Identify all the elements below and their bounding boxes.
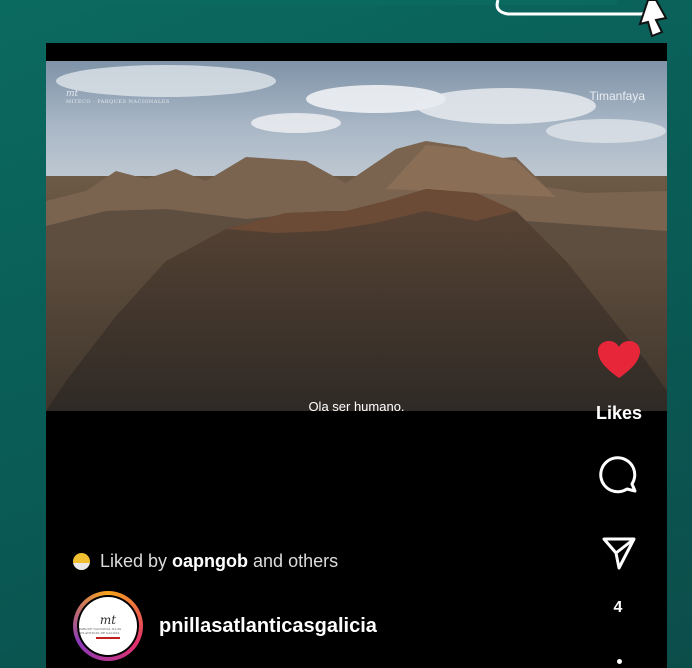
reel-screen: mt MITECO · PARQUES NACIONALES Timanfaya…: [46, 43, 667, 668]
cursor-pointer-icon: [495, 0, 668, 38]
liker-avatar: [73, 553, 90, 570]
volcano-landscape-image: [46, 61, 667, 411]
liked-by-text: Liked by oapngob and others: [100, 551, 339, 571]
watermark-logo: mt MITECO · PARQUES NACIONALES: [66, 89, 170, 105]
liked-by-row[interactable]: Liked by oapngob and others: [73, 551, 338, 572]
reel-video[interactable]: mt MITECO · PARQUES NACIONALES Timanfaya…: [46, 61, 667, 411]
account-row[interactable]: mt PARQUE NACIONAL ILLAS ATLÁNTICAS DE G…: [73, 591, 377, 661]
video-subtitle: Ola ser humano,: [308, 399, 405, 411]
account-avatar[interactable]: mt PARQUE NACIONAL ILLAS ATLÁNTICAS DE G…: [73, 591, 143, 661]
like-heart-icon[interactable]: [597, 340, 641, 380]
share-count: 4: [613, 599, 623, 616]
likes-label[interactable]: Likes: [594, 403, 644, 424]
location-watermark: Timanfaya: [589, 89, 645, 103]
account-username[interactable]: pnillasatlanticasgalicia: [159, 615, 377, 638]
more-options-icon[interactable]: [617, 659, 622, 664]
comment-icon[interactable]: [598, 454, 638, 494]
share-send-icon[interactable]: [601, 535, 637, 571]
